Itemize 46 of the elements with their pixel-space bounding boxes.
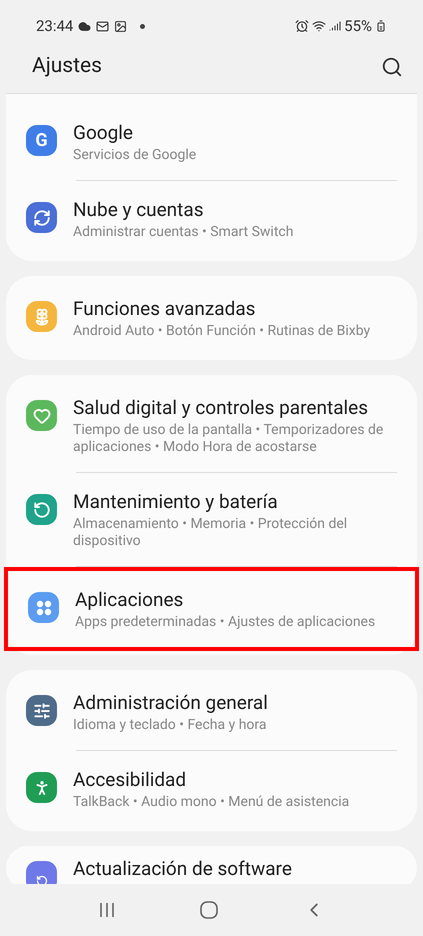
item-subtitle: Servicios de Google bbox=[73, 147, 196, 164]
settings-item[interactable]: Funciones avanzadas Android Auto • Botón Función • Rutinas de Bixby bbox=[6, 280, 417, 356]
home-icon[interactable] bbox=[200, 901, 218, 919]
search-icon[interactable] bbox=[381, 56, 403, 78]
item-subtitle: Administrar cuentas • Smart Switch bbox=[73, 224, 294, 241]
item-subtitle: Almacenamiento • Memoria • Protección del dispositivo bbox=[73, 516, 348, 550]
sync-icon bbox=[32, 208, 50, 226]
recent-apps-icon[interactable] bbox=[98, 902, 116, 918]
signal-icon bbox=[329, 20, 342, 32]
item-title: Salud digital y controles parentales bbox=[73, 395, 370, 420]
battery-icon bbox=[375, 20, 387, 32]
item-subtitle: Tiempo de uso de la pantalla • Temporizadores de aplicaciones • Modo Hora de acostarse bbox=[73, 422, 384, 456]
alarm-icon bbox=[295, 19, 310, 33]
sliders-icon bbox=[32, 702, 50, 720]
wifi-icon bbox=[312, 19, 326, 33]
settings-item[interactable]: Actualización de software bbox=[6, 846, 417, 884]
settings-item[interactable]: G Google Servicios de Google bbox=[6, 104, 417, 180]
status-time: 23:44 bbox=[36, 16, 74, 37]
battery-percent: 55% bbox=[344, 16, 372, 37]
item-subtitle: TalkBack • Audio mono • Menú de asistencia bbox=[73, 794, 350, 811]
item-title: Nube y cuentas bbox=[73, 197, 205, 222]
item-title: Aplicaciones bbox=[75, 587, 184, 612]
heart-icon bbox=[32, 406, 50, 424]
image-icon bbox=[114, 20, 128, 32]
item-title: Google bbox=[73, 120, 134, 145]
item-title: Funciones avanzadas bbox=[73, 296, 256, 321]
settings-item[interactable]: Nube y cuentas Administrar cuentas • Smart Switch bbox=[6, 181, 417, 257]
settings-item[interactable]: Administración general Idioma y teclado • Fecha y hora bbox=[6, 674, 417, 750]
settings-item[interactable]: Salud digital y controles parentales Tiempo de uso de la pantalla • Temporizadores de aplicaciones • Modo Hora de acostarse bbox=[6, 379, 417, 472]
item-subtitle: Idioma y teclado • Fecha y hora bbox=[73, 717, 268, 734]
update-icon bbox=[36, 874, 48, 884]
settings-item[interactable]: Mantenimiento y batería Almacenamiento • Memoria • Protección del dispositivo bbox=[6, 473, 417, 566]
google-logo-letter: G bbox=[35, 132, 48, 150]
settings-item[interactable]: Accesibilidad TalkBack • Audio mono • Menú de asistencia bbox=[6, 751, 417, 827]
item-title: Accesibilidad bbox=[73, 767, 188, 792]
settings-item[interactable]: Aplicaciones Apps predeterminadas • Ajustes de aplicaciones bbox=[4, 567, 419, 651]
item-title: Mantenimiento y batería bbox=[73, 489, 279, 514]
four-dots-icon bbox=[36, 600, 52, 616]
cloud-icon bbox=[78, 20, 92, 32]
item-subtitle: Android Auto • Botón Función • Rutinas de Bixby bbox=[73, 323, 370, 340]
mail-icon bbox=[96, 20, 110, 32]
item-title: Administración general bbox=[73, 690, 268, 715]
item-subtitle: Apps predeterminadas • Ajustes de aplicaciones bbox=[75, 614, 376, 631]
page-title: Ajustes bbox=[32, 52, 102, 80]
refresh-icon bbox=[32, 500, 50, 518]
item-title: Actualización de software bbox=[73, 856, 292, 881]
